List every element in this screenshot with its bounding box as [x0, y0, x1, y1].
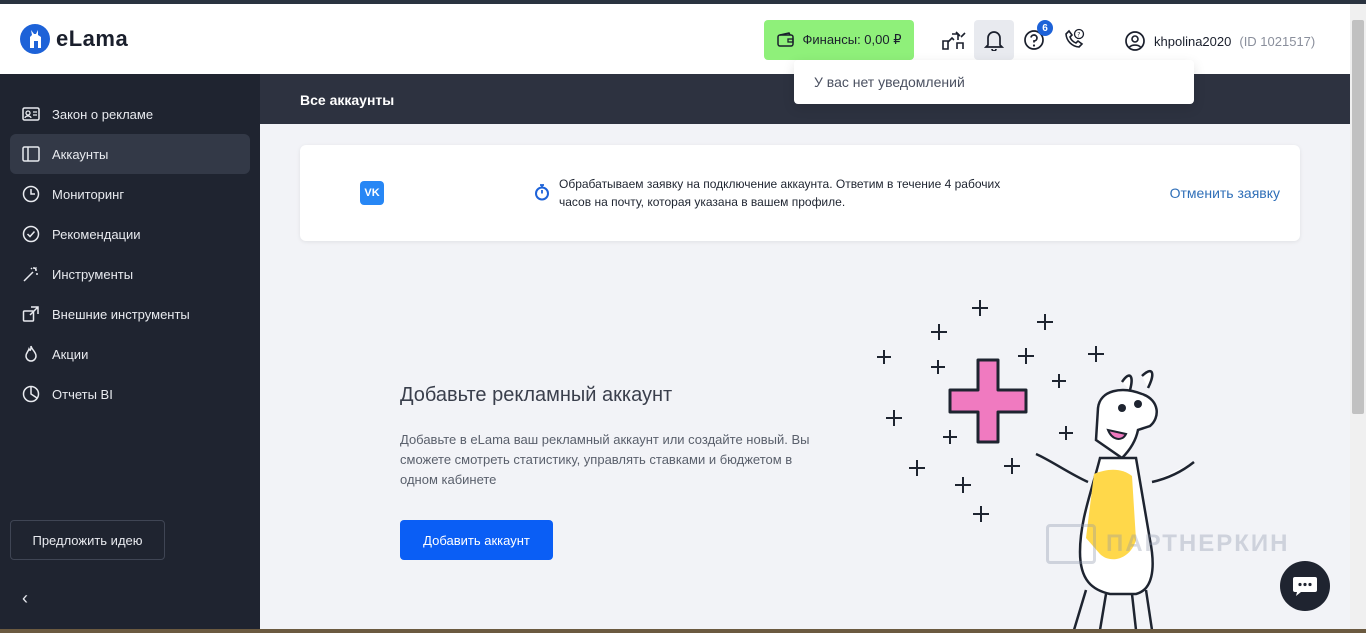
vk-icon: VK [360, 181, 384, 205]
sidebar-item-label: Акции [52, 346, 89, 362]
sidebar-item-promotions[interactable]: Акции [10, 334, 250, 374]
phone-question-icon: ? [1065, 28, 1085, 48]
sidebar-item-accounts[interactable]: Аккаунты [10, 134, 250, 174]
sidebar: Закон о рекламе Аккаунты Мониторинг Реко… [0, 74, 260, 633]
id-card-icon [22, 107, 40, 121]
user-icon [1125, 31, 1145, 51]
chat-bubble-icon [1293, 577, 1317, 596]
sidebar-item-label: Аккаунты [52, 146, 109, 162]
notifications-empty-text: У вас нет уведомлений [814, 74, 965, 90]
request-status-message: Обрабатываем заявку на подключение аккау… [559, 177, 1001, 209]
scrollbar-thumb[interactable] [1352, 20, 1364, 414]
llama-plus-illustration [877, 300, 1195, 630]
watermark-logo-icon [1046, 524, 1096, 564]
finance-label: Финансы: 0,00 ₽ [802, 32, 902, 47]
partnerkin-watermark: ПАРТНЕРКИН [1046, 524, 1290, 564]
username: khpolina2020 [1154, 33, 1232, 49]
llama-logo-icon [20, 24, 50, 54]
pie-chart-icon [22, 385, 40, 403]
pending-request-card: VK Обрабатываем заявку на подключение ак… [300, 145, 1300, 241]
logo-text: eLama [56, 26, 129, 51]
suggest-idea-button[interactable]: Предложить идею [10, 520, 165, 560]
finance-button[interactable]: Финансы: 0,00 ₽ [764, 20, 914, 60]
sidebar-item-label: Отчеты BI [52, 386, 113, 402]
page-title: Все аккаунты [300, 92, 395, 108]
notifications-button[interactable] [974, 20, 1014, 60]
compare-icon [942, 31, 966, 50]
sidebar-item-bi-reports[interactable]: Отчеты BI [10, 374, 250, 414]
flame-icon [25, 345, 37, 362]
support-call-button[interactable]: ? [1054, 20, 1094, 60]
sidebar-item-monitoring[interactable]: Мониторинг [10, 174, 250, 214]
elama-logo[interactable]: eLama [20, 24, 128, 54]
empty-state-title: Добавьте рекламный аккаунт [400, 384, 673, 406]
chat-support-button[interactable] [1280, 561, 1330, 611]
sidebar-item-tools[interactable]: Инструменты [10, 254, 250, 294]
sidebar-item-external-tools[interactable]: Внешние инструменты [10, 294, 250, 334]
external-link-icon [22, 306, 39, 322]
watermark-text: ПАРТНЕРКИН [1106, 530, 1290, 557]
cancel-request-link[interactable]: Отменить заявку [1170, 185, 1280, 201]
sidebar-item-label: Мониторинг [52, 186, 125, 202]
help-count-badge: 6 [1037, 20, 1053, 36]
stopwatch-icon [535, 184, 549, 201]
bell-icon [984, 31, 1004, 51]
compare-button[interactable] [934, 20, 974, 60]
user-id: (ID 1021517) [1239, 33, 1316, 49]
sidebar-item-label: Инструменты [52, 266, 134, 282]
magic-wand-icon [23, 266, 38, 282]
notifications-dropdown: У вас нет уведомлений [794, 60, 1194, 104]
sidebar-item-label: Рекомендации [52, 226, 141, 242]
clock-icon [22, 185, 40, 203]
sidebar-item-recommendations[interactable]: Рекомендации [10, 214, 250, 254]
user-menu[interactable]: khpolina2020 (ID 1021517) [1124, 30, 1315, 52]
sidebar-item-label: Внешние инструменты [52, 306, 190, 322]
accounts-icon [22, 146, 40, 162]
collapse-sidebar-chevron-icon[interactable]: ‹ [22, 588, 28, 609]
empty-state-description: Добавьте в eLama ваш рекламный аккаунт и… [400, 432, 810, 487]
svg-text:?: ? [1077, 31, 1080, 38]
wallet-icon [776, 32, 794, 47]
check-circle-icon [22, 225, 40, 243]
sidebar-item-ad-law[interactable]: Закон о рекламе [10, 94, 250, 134]
add-account-button[interactable]: Добавить аккаунт [400, 520, 553, 560]
window-bottom-edge [0, 629, 1366, 633]
sidebar-item-label: Закон о рекламе [52, 106, 154, 122]
